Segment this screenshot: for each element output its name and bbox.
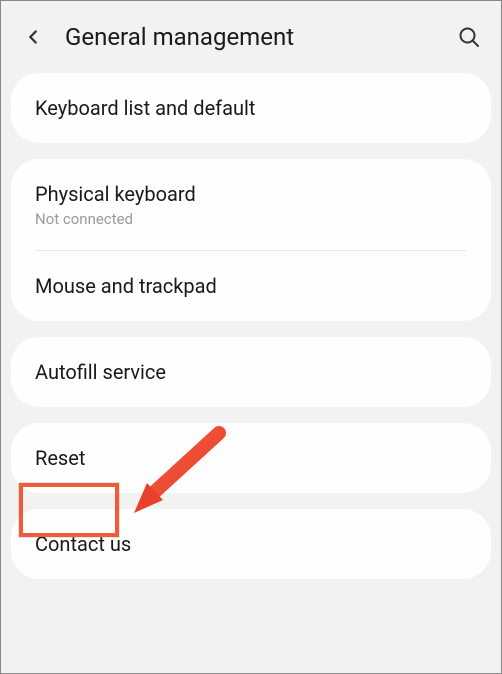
header-bar: General management (1, 1, 501, 73)
item-reset[interactable]: Reset (11, 423, 491, 493)
item-autofill-service[interactable]: Autofill service (11, 337, 491, 407)
item-keyboard-list[interactable]: Keyboard list and default (11, 73, 491, 143)
search-button[interactable] (455, 23, 483, 51)
card-contact: Contact us (11, 509, 491, 579)
item-physical-keyboard[interactable]: Physical keyboard Not connected (11, 159, 491, 250)
card-input-devices: Physical keyboard Not connected Mouse an… (11, 159, 491, 321)
search-icon (457, 25, 481, 49)
card-reset: Reset (11, 423, 491, 493)
back-button[interactable] (19, 23, 47, 51)
item-mouse-trackpad[interactable]: Mouse and trackpad (11, 251, 491, 321)
item-label: Reset (35, 445, 467, 471)
item-label: Keyboard list and default (35, 95, 467, 121)
card-keyboard-list: Keyboard list and default (11, 73, 491, 143)
item-label: Contact us (35, 531, 467, 557)
item-contact-us[interactable]: Contact us (11, 509, 491, 579)
item-label: Autofill service (35, 359, 467, 385)
item-label: Physical keyboard (35, 181, 467, 207)
settings-list: Keyboard list and default Physical keybo… (1, 73, 501, 579)
item-label: Mouse and trackpad (35, 273, 467, 299)
chevron-left-icon (22, 26, 44, 48)
item-subtitle: Not connected (35, 210, 467, 228)
page-title: General management (65, 23, 455, 51)
card-autofill: Autofill service (11, 337, 491, 407)
